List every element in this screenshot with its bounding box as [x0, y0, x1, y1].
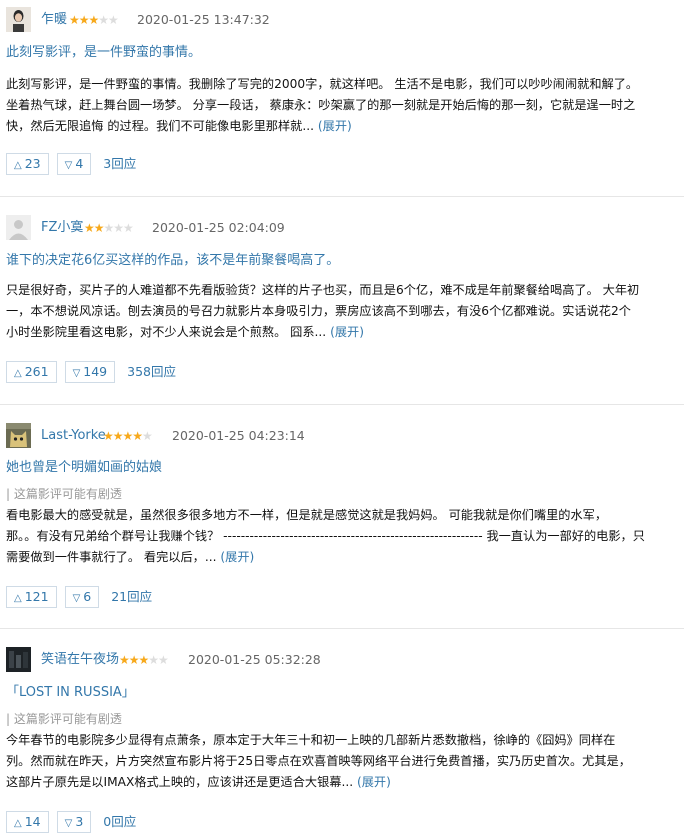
useless-button[interactable]: ▽ 6: [64, 586, 100, 608]
review-header: 笑语在午夜场 ★★★★★ 2020-01-25 05:32:28: [0, 647, 684, 677]
thumb-up-icon: △: [14, 160, 22, 171]
username-link[interactable]: Last-Yorke: [41, 428, 106, 444]
star-empty-icon: ★★★: [103, 221, 134, 235]
rating-stars: ★★★★★: [69, 12, 119, 28]
useless-button[interactable]: ▽ 149: [64, 361, 116, 383]
expand-link[interactable]: (展开): [318, 119, 352, 133]
review-body-line-text: 小时坐影院里看这电影，对不少人来说会是个煎熬。 囧系...: [6, 325, 331, 339]
spoiler-warning: | 这篇影评可能有剧透: [6, 487, 122, 501]
thumb-up-icon: △: [14, 368, 22, 379]
review-body-line: 坐着热气球，赶上舞台圆一场梦。 分享一段话， 蔡康永：吵架赢了的那一刻就是开始后…: [6, 98, 636, 112]
useful-count: 14: [24, 814, 41, 829]
review-body-line: 只是很好奇，买片子的人难道都不先看版验货？这样的片子也买，而且是6个亿，难不成是…: [6, 283, 640, 297]
useful-count: 261: [24, 364, 49, 379]
review-body-line-text: 这部片子原先是以IMAX格式上映的，应该讲还是更适合大银幕...: [6, 775, 357, 789]
useful-button[interactable]: △ 261: [6, 361, 57, 383]
review-divider: [0, 628, 684, 629]
replies-link[interactable]: 0回应: [103, 811, 136, 833]
vote-bar: △ 261 ▽ 149 358回应: [6, 361, 176, 383]
star-empty-icon: ★: [142, 429, 153, 443]
useful-button[interactable]: △ 14: [6, 811, 49, 833]
star-filled-icon: ★★★: [69, 13, 99, 27]
cat-avatar-icon[interactable]: [6, 423, 31, 448]
vote-bar: △ 121 ▽ 6 21回应: [6, 586, 152, 608]
dark-scene-avatar-icon[interactable]: [6, 647, 31, 672]
thumb-down-icon: ▽: [72, 593, 81, 604]
review-body-line-text: 快，然后无限追悔 的过程。我们不可能像电影里那样就...: [6, 119, 318, 133]
rating-stars: ★★★★★: [119, 652, 169, 668]
useful-count: 121: [24, 589, 49, 604]
thumb-up-icon: △: [14, 818, 22, 829]
avatar-portrait-icon[interactable]: [6, 7, 31, 32]
replies-link[interactable]: 3回应: [103, 153, 136, 175]
username-link[interactable]: FZ小寞: [41, 220, 83, 236]
review-body-line: 今年春节的电影院多少显得有点萧条，原本定于大年三十和初一上映的几部新片悉数撤档，…: [6, 733, 616, 747]
review-title[interactable]: 「LOST IN RUSSIA」: [6, 684, 135, 702]
rating-stars: ★★★★★: [103, 428, 153, 444]
review-header: FZ小寞 ★★★★★ 2020-01-25 02:04:09: [0, 215, 684, 245]
review-body-line: 快，然后无限追悔 的过程。我们不可能像电影里那样就... (展开): [6, 116, 678, 137]
thumb-down-icon: ▽: [64, 160, 73, 171]
star-empty-icon: ★★: [98, 13, 118, 27]
thumb-down-icon: ▽: [64, 818, 73, 829]
replies-link[interactable]: 21回应: [111, 586, 152, 608]
thumb-up-icon: △: [14, 593, 22, 604]
review-body-line-text: 需要做到一件事就行了。 看完以后，...: [6, 550, 221, 564]
review-body-line: 需要做到一件事就行了。 看完以后，... (展开): [6, 547, 678, 568]
default-avatar-icon[interactable]: [6, 215, 31, 240]
useful-count: 23: [24, 156, 41, 171]
review-timestamp[interactable]: 2020-01-25 02:04:09: [152, 220, 285, 236]
review-body-line: 小时坐影院里看这电影，对不少人来说会是个煎熬。 囧系... (展开): [6, 322, 678, 343]
expand-link[interactable]: (展开): [330, 325, 364, 339]
review-body: 此刻写影评，是一件野蛮的事情。我删除了写完的2000字，就这样吧。 生活不是电影…: [6, 74, 678, 137]
rating-stars: ★★★★★: [84, 220, 134, 236]
review-title[interactable]: 她也曾是个明媚如画的姑娘: [6, 459, 162, 477]
review-timestamp[interactable]: 2020-01-25 13:47:32: [137, 12, 270, 28]
review-body-line: 这部片子原先是以IMAX格式上映的，应该讲还是更适合大银幕... (展开): [6, 772, 678, 793]
vote-bar: △ 23 ▽ 4 3回应: [6, 153, 136, 175]
review-body-line: 列。然而就在昨天，片方突然宣布影片将于25日零点在欢喜首映等网络平台进行免费首播…: [6, 754, 631, 768]
review-divider: [0, 404, 684, 405]
review-title[interactable]: 谁下的决定花6亿买这样的作品，该不是年前聚餐喝高了。: [6, 252, 339, 270]
review-body-line: 一，本不想说风凉话。刨去演员的号召力就影片本身吸引力，票房应该高不到哪去，有没6…: [6, 304, 631, 318]
review-timestamp[interactable]: 2020-01-25 04:23:14: [172, 428, 305, 444]
review-timestamp[interactable]: 2020-01-25 05:32:28: [188, 652, 321, 668]
replies-link[interactable]: 358回应: [127, 361, 176, 383]
useless-button[interactable]: ▽ 3: [56, 811, 92, 833]
review-body-line: 看电影最大的感受就是，虽然很多很多地方不一样，但是就是感觉这就是我妈妈。 可能我…: [6, 508, 608, 522]
useful-button[interactable]: △ 23: [6, 153, 49, 175]
review-divider: [0, 196, 684, 197]
spoiler-warning: | 这篇影评可能有剧透: [6, 712, 122, 726]
review-body-line: 那。。有没有兄弟给个群号让我赚个钱？ ---------------------…: [6, 529, 645, 543]
useless-count: 3: [75, 814, 84, 829]
expand-link[interactable]: (展开): [220, 550, 254, 564]
useful-button[interactable]: △ 121: [6, 586, 57, 608]
useless-button[interactable]: ▽ 4: [56, 153, 92, 175]
review-header: Last-Yorke ★★★★★ 2020-01-25 04:23:14: [0, 423, 684, 453]
review-body: 今年春节的电影院多少显得有点萧条，原本定于大年三十和初一上映的几部新片悉数撤档，…: [6, 730, 678, 793]
username-link[interactable]: 笑语在午夜场: [41, 652, 119, 668]
star-filled-icon: ★★★: [119, 653, 149, 667]
username-link[interactable]: 乍暖: [41, 12, 67, 28]
review-header: 乍暖 ★★★★★ 2020-01-25 13:47:32: [0, 7, 684, 37]
review-body-line: 此刻写影评，是一件野蛮的事情。我删除了写完的2000字，就这样吧。 生活不是电影…: [6, 77, 639, 91]
star-empty-icon: ★★: [148, 653, 168, 667]
vote-bar: △ 14 ▽ 3 0回应: [6, 811, 136, 833]
star-filled-icon: ★★★★: [103, 429, 143, 443]
expand-link[interactable]: (展开): [357, 775, 391, 789]
thumb-down-icon: ▽: [72, 368, 81, 379]
review-body: 看电影最大的感受就是，虽然很多很多地方不一样，但是就是感觉这就是我妈妈。 可能我…: [6, 505, 678, 568]
review-title[interactable]: 此刻写影评，是一件野蛮的事情。: [6, 44, 201, 62]
useless-count: 6: [83, 589, 92, 604]
useless-count: 149: [83, 364, 108, 379]
review-body: 只是很好奇，买片子的人难道都不先看版验货？这样的片子也买，而且是6个亿，难不成是…: [6, 280, 678, 343]
useless-count: 4: [75, 156, 84, 171]
star-filled-icon: ★★: [84, 221, 104, 235]
